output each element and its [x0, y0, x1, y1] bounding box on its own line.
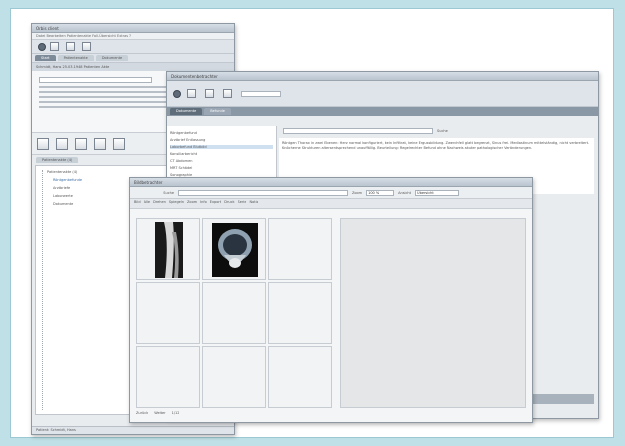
image-window-titlebar: Bildbetrachter	[130, 178, 532, 187]
tree-guide-line	[42, 170, 43, 410]
tree-tab-patientenakte[interactable]: Patientenakte (4)	[36, 157, 79, 163]
image-toolbar: Bild Alle Drehen Spiegeln Zoom Info Expo…	[130, 199, 532, 209]
thumbnail-cell[interactable]	[136, 282, 200, 344]
tab-befunde[interactable]: Befunde	[204, 108, 231, 115]
thumbnail-cell[interactable]	[268, 346, 332, 408]
tab-dokumente[interactable]: Dokumente	[95, 55, 129, 61]
tab-start[interactable]: Start	[35, 55, 56, 61]
patient-field-name[interactable]	[39, 77, 152, 83]
patient-header: Schmidt, Hans 25.03.1948 Patienten Akte	[32, 63, 234, 71]
image-footer: Zurück Weiter 1/12	[136, 408, 179, 418]
list-item[interactable]: Röntgenbefund	[170, 131, 273, 135]
patient-window-menubar[interactable]: Datei Bearbeiten Patientenakte Fall-Über…	[32, 33, 234, 40]
image-search-bar: Suche Zoom 100 % Ansicht Übersicht	[130, 187, 532, 199]
page-indicator: 1/12	[171, 411, 180, 415]
thumbnail-cell[interactable]	[268, 282, 332, 344]
settings-icon[interactable]	[113, 137, 125, 150]
patient-header-label: Schmidt, Hans 25.03.1948 Patienten Akte	[36, 65, 110, 69]
toolbar-item[interactable]: Export	[210, 200, 221, 207]
print-icon[interactable]	[66, 42, 75, 51]
xray-leg-image	[155, 222, 183, 278]
image-search-label: Suche	[163, 190, 174, 195]
chart-icon[interactable]	[56, 137, 68, 150]
tab-dokumente[interactable]: Dokumente	[170, 108, 203, 115]
document-search-input[interactable]	[241, 90, 281, 97]
document-window-tabs: Dokumente Befunde	[167, 107, 598, 116]
view-label: Ansicht	[398, 190, 412, 195]
status-text: Patient: Schmidt, Hans	[36, 428, 76, 432]
document-icon[interactable]	[37, 137, 49, 150]
toolbar-item[interactable]: Info	[200, 200, 207, 207]
open-icon[interactable]	[187, 89, 196, 98]
new-icon[interactable]	[82, 42, 91, 51]
toolbar-item[interactable]: Bild	[134, 200, 141, 207]
list-item[interactable]: Laborbefund Blutbild	[170, 145, 273, 149]
image-preview-area[interactable]	[340, 218, 526, 408]
toolbar-item[interactable]: Zoom	[187, 200, 197, 207]
patient-detail-line	[39, 101, 180, 103]
thumbnail-cell[interactable]	[202, 282, 266, 344]
forward-button[interactable]: Weiter	[154, 411, 165, 415]
patient-window-titlebar: Orbis client	[32, 24, 234, 33]
toolbar-item[interactable]: Serie	[238, 200, 247, 207]
toolbar-item[interactable]: Drehen	[153, 200, 166, 207]
list-item[interactable]: MRT Schädel	[170, 166, 273, 170]
xray-skull-image	[212, 223, 258, 277]
zoom-select[interactable]: 100 %	[366, 189, 395, 196]
view-select[interactable]: Übersicht	[415, 189, 460, 196]
document-window-toolbar	[167, 81, 598, 107]
thumbnail-cell[interactable]	[136, 346, 200, 408]
edit-icon[interactable]	[75, 137, 87, 150]
screenshot-card: Orbis client Datei Bearbeiten Patientena…	[10, 8, 614, 438]
list-item[interactable]: CT Abdomen	[170, 159, 273, 163]
list-item[interactable]: Arztbrief Entlassung	[170, 138, 273, 142]
back-button[interactable]: Zurück	[136, 411, 148, 415]
save-icon[interactable]	[205, 89, 214, 98]
thumbnail-cell-selected[interactable]	[202, 218, 266, 280]
document-window-titlebar: Dokumentenbetrachter	[167, 72, 598, 81]
tab-patientenakte[interactable]: Patientenakte	[57, 55, 94, 61]
zoom-label: Zoom	[352, 190, 363, 195]
toolbar-item[interactable]: Notiz	[249, 200, 258, 207]
thumbnail-cell[interactable]	[136, 218, 200, 280]
patient-window-tabs: Start Patientenakte Dokumente	[32, 54, 234, 63]
list-item[interactable]: Konsiliarbericht	[170, 152, 273, 156]
toolbar-item[interactable]: Alle	[144, 200, 151, 207]
toolbar-item[interactable]: Druck	[224, 200, 234, 207]
image-viewer-window: Bildbetrachter Suche Zoom 100 % Ansicht …	[129, 177, 533, 423]
thumbnail-cell[interactable]	[268, 218, 332, 280]
document-search-label: Suche	[437, 129, 448, 133]
document-filter-input[interactable]	[283, 128, 433, 134]
home-orb-button[interactable]	[38, 42, 46, 51]
thumbnail-cell[interactable]	[202, 346, 266, 408]
patient-detail-line	[39, 106, 171, 108]
patient-window-statusbar: Patient: Schmidt, Hans	[32, 426, 234, 434]
document-orb-button[interactable]	[173, 89, 181, 98]
user-icon[interactable]	[94, 137, 106, 150]
toolbar-item[interactable]: Spiegeln	[169, 200, 184, 207]
save-icon[interactable]	[50, 42, 59, 51]
document-search-bar: Suche	[279, 126, 598, 136]
thumbnail-grid	[136, 218, 334, 408]
print-icon[interactable]	[223, 89, 232, 98]
patient-window-toolbar	[32, 40, 234, 54]
image-search-input[interactable]	[178, 189, 348, 196]
